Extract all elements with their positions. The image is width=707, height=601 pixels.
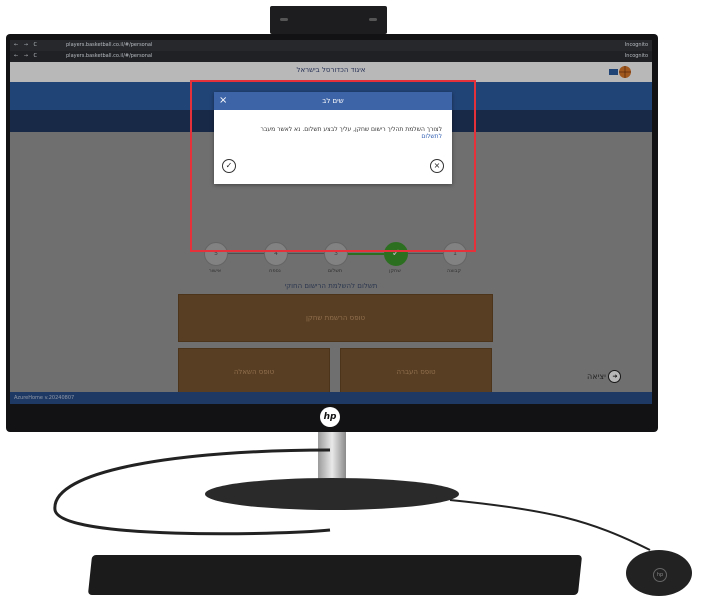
webcam	[270, 6, 387, 34]
webcam-lens	[280, 18, 288, 21]
hp-mouse-logo-icon: hp	[653, 568, 667, 582]
screen: ← → C players.basketball.co.il/#/persona…	[10, 40, 652, 404]
nav-icons[interactable]: ← → C	[14, 40, 39, 51]
webcam-lens	[369, 18, 377, 21]
address-bar[interactable]: players.basketball.co.il/#/personal	[66, 40, 152, 51]
incognito-badge: Incognito	[624, 53, 648, 59]
highlight-box	[190, 80, 476, 252]
hp-logo-icon: hp	[320, 407, 340, 427]
browser-bar: ← → C players.basketball.co.il/#/persona…	[10, 51, 652, 62]
address-bar[interactable]: players.basketball.co.il/#/personal	[66, 51, 152, 62]
incognito-badge: Incognito	[624, 42, 648, 48]
browser-bar: ← → C players.basketball.co.il/#/persona…	[10, 40, 652, 51]
cable	[53, 448, 651, 551]
nav-icons[interactable]: ← → C	[14, 51, 39, 62]
mouse: hp	[626, 550, 692, 596]
keyboard	[87, 555, 583, 595]
